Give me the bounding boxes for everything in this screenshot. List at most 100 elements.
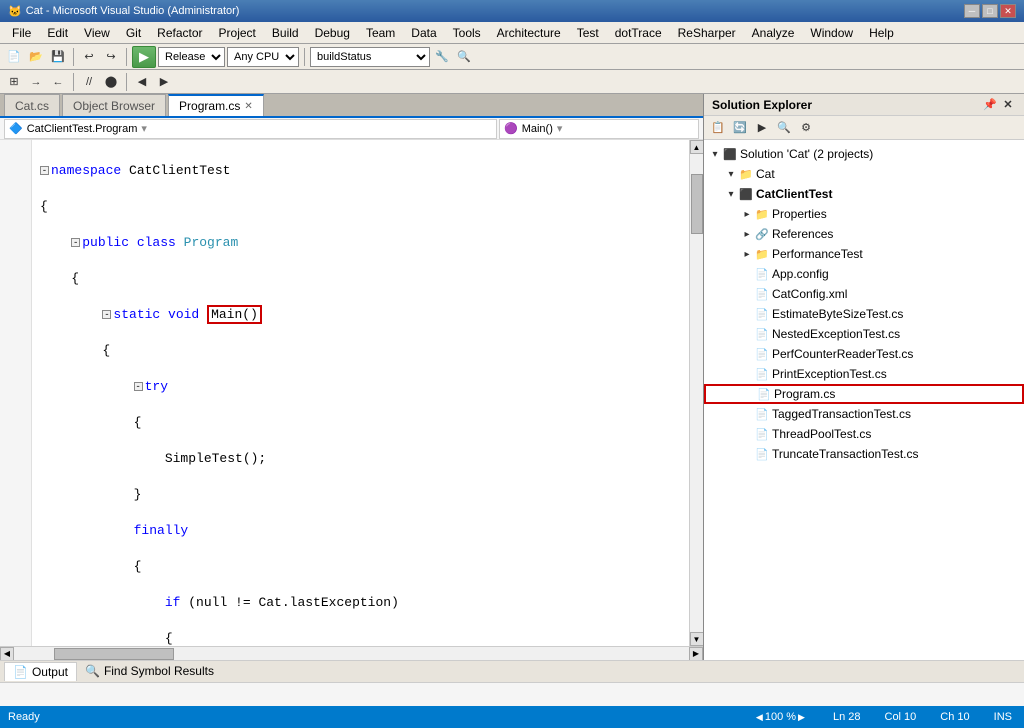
menu-item-data[interactable]: Data bbox=[403, 22, 444, 43]
tree-arrow-icon[interactable] bbox=[740, 327, 754, 341]
tree-arrow-icon[interactable] bbox=[740, 287, 754, 301]
tree-item[interactable]: 📄EstimateByteSizeTest.cs bbox=[704, 304, 1024, 324]
menu-item-dottrace[interactable]: dotTrace bbox=[607, 22, 670, 43]
tree-arrow-icon[interactable]: ▾ bbox=[708, 147, 722, 161]
menu-item-git[interactable]: Git bbox=[118, 22, 149, 43]
tree-item[interactable]: ▾⬛CatClientTest bbox=[704, 184, 1024, 204]
tree-arrow-icon[interactable] bbox=[740, 427, 754, 441]
breadcrumb-left[interactable]: 🔷 CatClientTest.Program ▾ bbox=[4, 119, 497, 139]
menu-item-view[interactable]: View bbox=[76, 22, 118, 43]
tree-arrow-icon[interactable] bbox=[740, 447, 754, 461]
code-content[interactable]: -namespace CatClientTest { -public class… bbox=[32, 140, 689, 646]
tree-arrow-icon[interactable]: ▸ bbox=[740, 247, 754, 261]
tree-arrow-icon[interactable]: ▾ bbox=[724, 167, 738, 181]
menu-item-project[interactable]: Project bbox=[211, 22, 264, 43]
save-btn[interactable]: 💾 bbox=[48, 47, 68, 67]
toolbar-extra-2[interactable]: 🔍 bbox=[454, 47, 474, 67]
tree-item[interactable]: 📄Program.cs bbox=[704, 384, 1024, 404]
menu-item-refactor[interactable]: Refactor bbox=[149, 22, 210, 43]
menu-item-test[interactable]: Test bbox=[569, 22, 607, 43]
tab-program-cs[interactable]: Program.cs ✕ bbox=[168, 94, 264, 116]
nav-back-btn[interactable]: ◀ bbox=[132, 72, 152, 92]
se-tool-2[interactable]: 🔄 bbox=[730, 118, 750, 138]
menu-item-debug[interactable]: Debug bbox=[307, 22, 358, 43]
tree-item[interactable]: ▸📁PerformanceTest bbox=[704, 244, 1024, 264]
scroll-right-btn[interactable]: ▶ bbox=[689, 647, 703, 661]
menu-item-help[interactable]: Help bbox=[861, 22, 902, 43]
tree-item[interactable]: 📄NestedExceptionTest.cs bbox=[704, 324, 1024, 344]
find-symbol-tab[interactable]: 🔍 Find Symbol Results bbox=[77, 662, 222, 680]
undo-btn[interactable]: ↩ bbox=[79, 47, 99, 67]
tree-arrow-icon[interactable] bbox=[740, 347, 754, 361]
tree-item[interactable]: 📄TaggedTransactionTest.cs bbox=[704, 404, 1024, 424]
collapse-btn[interactable]: - bbox=[102, 310, 111, 319]
collapse-btn[interactable]: - bbox=[134, 382, 143, 391]
breadcrumb-right[interactable]: 🟣 Main() ▾ bbox=[499, 119, 699, 139]
se-tool-5[interactable]: ⚙ bbox=[796, 118, 816, 138]
tree-arrow-icon[interactable] bbox=[740, 267, 754, 281]
close-button[interactable]: ✕ bbox=[1000, 4, 1016, 18]
nav-fwd-btn[interactable]: ▶ bbox=[154, 72, 174, 92]
breakpoint-btn[interactable]: ⬤ bbox=[101, 72, 121, 92]
tree-arrow-icon[interactable]: ▸ bbox=[740, 207, 754, 221]
tree-item[interactable]: 📄ThreadPoolTest.cs bbox=[704, 424, 1024, 444]
tab-cat-cs[interactable]: Cat.cs bbox=[4, 94, 60, 116]
se-close-btn[interactable]: ✕ bbox=[1000, 97, 1016, 113]
tree-item[interactable]: ▾📁Cat bbox=[704, 164, 1024, 184]
editor-vscrollbar[interactable]: ▲ ▼ bbox=[689, 140, 703, 646]
menu-item-tools[interactable]: Tools bbox=[445, 22, 489, 43]
menu-item-edit[interactable]: Edit bbox=[39, 22, 76, 43]
tree-item[interactable]: 📄TruncateTransactionTest.cs bbox=[704, 444, 1024, 464]
editor-hscrollbar[interactable]: ◀ ▶ bbox=[0, 646, 703, 660]
maximize-button[interactable]: □ bbox=[982, 4, 998, 18]
build-status-dropdown[interactable]: buildStatus bbox=[310, 47, 430, 67]
indent-btn[interactable]: → bbox=[26, 72, 46, 92]
output-tab[interactable]: 📄 Output bbox=[4, 662, 77, 681]
tab-close-icon[interactable]: ✕ bbox=[244, 101, 252, 112]
tree-item[interactable]: 📄App.config bbox=[704, 264, 1024, 284]
platform-dropdown[interactable]: Any CPU bbox=[227, 47, 299, 67]
outdent-btn[interactable]: ← bbox=[48, 72, 68, 92]
build-config-dropdown[interactable]: Release bbox=[158, 47, 225, 67]
tree-arrow-icon[interactable] bbox=[740, 407, 754, 421]
menu-item-analyze[interactable]: Analyze bbox=[744, 22, 803, 43]
scroll-left-btn[interactable]: ◀ bbox=[0, 647, 14, 661]
scroll-track[interactable] bbox=[690, 154, 704, 632]
tree-item[interactable]: ▸🔗References bbox=[704, 224, 1024, 244]
tree-arrow-icon[interactable] bbox=[740, 307, 754, 321]
scroll-thumb[interactable] bbox=[691, 174, 703, 234]
tree-arrow-icon[interactable] bbox=[742, 387, 756, 401]
tree-arrow-icon[interactable] bbox=[740, 367, 754, 381]
scroll-up-btn[interactable]: ▲ bbox=[690, 140, 704, 154]
tree-arrow-icon[interactable]: ▾ bbox=[724, 187, 738, 201]
zoom-arrow-right[interactable]: ▶ bbox=[798, 712, 805, 723]
tree-item[interactable]: 📄PerfCounterReaderTest.cs bbox=[704, 344, 1024, 364]
minimize-button[interactable]: ─ bbox=[964, 4, 980, 18]
collapse-btn[interactable]: - bbox=[71, 238, 80, 247]
hscroll-thumb[interactable] bbox=[54, 648, 174, 660]
menu-item-resharper[interactable]: ReSharper bbox=[670, 22, 744, 43]
run-button[interactable]: ▶ bbox=[132, 46, 156, 68]
menu-item-team[interactable]: Team bbox=[358, 22, 403, 43]
menu-item-build[interactable]: Build bbox=[264, 22, 307, 43]
menu-item-file[interactable]: File bbox=[4, 22, 39, 43]
menu-item-window[interactable]: Window bbox=[802, 22, 861, 43]
se-tool-1[interactable]: 📋 bbox=[708, 118, 728, 138]
comment-btn[interactable]: // bbox=[79, 72, 99, 92]
se-tool-4[interactable]: 🔍 bbox=[774, 118, 794, 138]
redo-btn[interactable]: ↪ bbox=[101, 47, 121, 67]
tree-item[interactable]: 📄CatConfig.xml bbox=[704, 284, 1024, 304]
tree-arrow-icon[interactable]: ▸ bbox=[740, 227, 754, 241]
hscroll-track[interactable] bbox=[14, 647, 689, 661]
zoom-arrow-left[interactable]: ◀ bbox=[756, 712, 763, 723]
tree-item[interactable]: ▸📁Properties bbox=[704, 204, 1024, 224]
open-btn[interactable]: 📂 bbox=[26, 47, 46, 67]
tree-item[interactable]: ▾⬛Solution 'Cat' (2 projects) bbox=[704, 144, 1024, 164]
tab-object-browser[interactable]: Object Browser bbox=[62, 94, 166, 116]
scroll-down-btn[interactable]: ▼ bbox=[690, 632, 704, 646]
se-tool-3[interactable]: ▶ bbox=[752, 118, 772, 138]
toolbar-extra-1[interactable]: 🔧 bbox=[432, 47, 452, 67]
code-editor[interactable]: -namespace CatClientTest { -public class… bbox=[0, 140, 689, 646]
tree-item[interactable]: 📄PrintExceptionTest.cs bbox=[704, 364, 1024, 384]
collapse-btn[interactable]: - bbox=[40, 166, 49, 175]
